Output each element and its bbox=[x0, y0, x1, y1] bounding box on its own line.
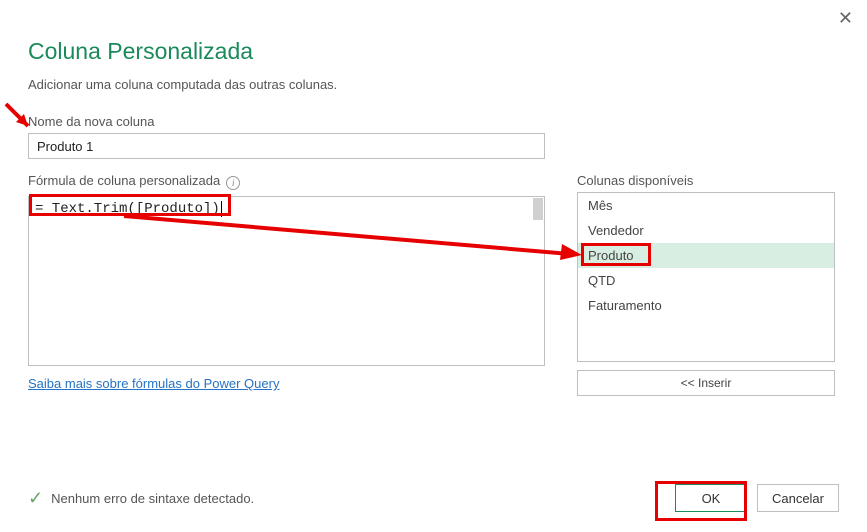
cancel-button[interactable]: Cancelar bbox=[757, 484, 839, 512]
list-item[interactable]: Faturamento bbox=[578, 293, 834, 318]
check-icon: ✓ bbox=[28, 488, 43, 509]
dialog-footer: ✓ Nenhum erro de sintaxe detectado. OK C… bbox=[28, 484, 839, 512]
available-columns-label: Colunas disponíveis bbox=[577, 173, 835, 188]
ok-button[interactable]: OK bbox=[675, 484, 747, 512]
new-column-input[interactable] bbox=[28, 133, 545, 159]
available-columns-section: Colunas disponíveis Mês Vendedor Produto… bbox=[577, 173, 835, 396]
available-columns-list[interactable]: Mês Vendedor Produto QTD Faturamento bbox=[577, 192, 835, 362]
list-item[interactable]: QTD bbox=[578, 268, 834, 293]
formula-input[interactable]: = Text.Trim([Produto]) bbox=[28, 196, 545, 366]
text-cursor bbox=[221, 201, 222, 217]
formula-text: = Text.Trim([Produto]) bbox=[35, 201, 220, 217]
list-item[interactable]: Vendedor bbox=[578, 218, 834, 243]
status-text: Nenhum erro de sintaxe detectado. bbox=[51, 491, 254, 506]
insert-button[interactable]: << Inserir bbox=[577, 370, 835, 396]
list-item[interactable]: Mês bbox=[578, 193, 834, 218]
formula-label: Fórmula de coluna personalizada bbox=[28, 173, 220, 188]
learn-more-link[interactable]: Saiba mais sobre fórmulas do Power Query bbox=[28, 376, 279, 391]
dialog-title: Coluna Personalizada bbox=[28, 38, 839, 65]
list-item[interactable]: Produto bbox=[578, 243, 834, 268]
formula-section: Fórmula de coluna personalizada i = Text… bbox=[28, 173, 545, 391]
dialog-subtitle: Adicionar uma coluna computada das outra… bbox=[28, 77, 839, 92]
info-icon[interactable]: i bbox=[226, 176, 240, 190]
close-icon[interactable]: ✕ bbox=[838, 8, 853, 29]
new-column-label: Nome da nova coluna bbox=[28, 114, 839, 129]
scrollbar-thumb[interactable] bbox=[533, 198, 543, 220]
